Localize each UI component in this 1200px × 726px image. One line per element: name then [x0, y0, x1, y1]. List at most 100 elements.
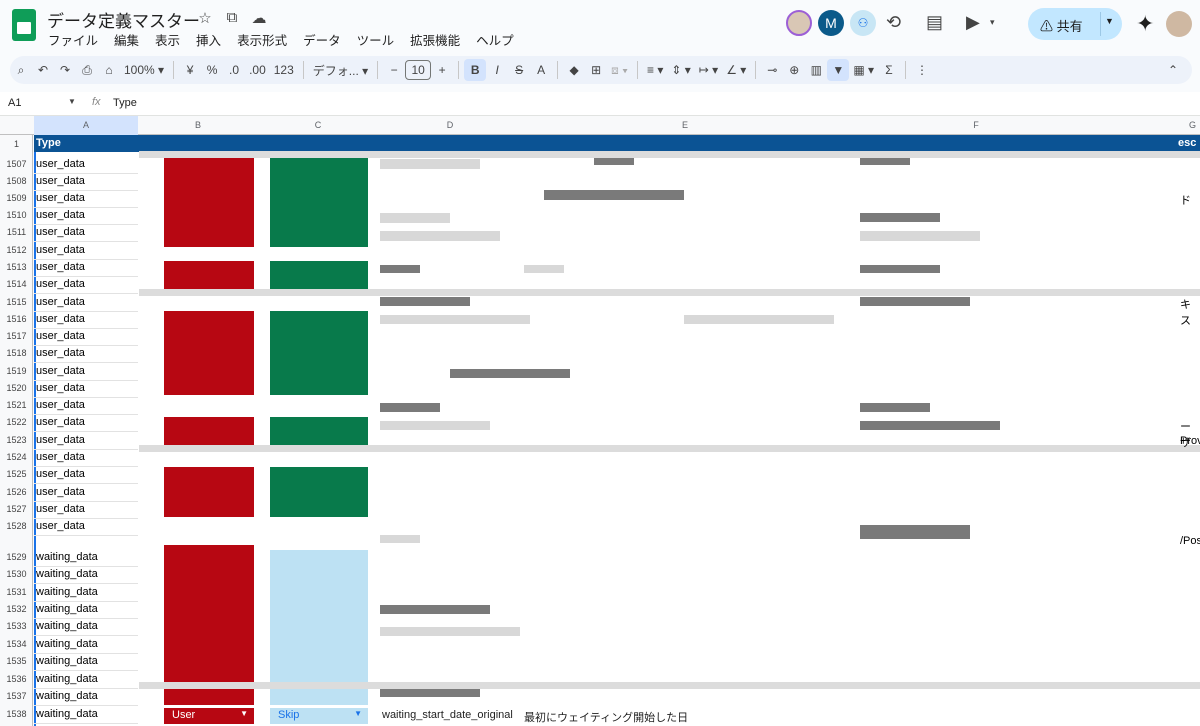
- insert-chart-icon[interactable]: ▥: [805, 63, 827, 77]
- functions-button[interactable]: Σ: [878, 63, 900, 77]
- formula-input[interactable]: Type: [113, 97, 137, 109]
- strikethrough-button[interactable]: S: [508, 63, 530, 77]
- row-header[interactable]: 1523: [0, 435, 33, 445]
- paint-format-icon[interactable]: ⌂: [98, 63, 120, 77]
- row-header[interactable]: 1530: [0, 569, 33, 579]
- cell-type[interactable]: waiting_data: [36, 551, 98, 563]
- cell-type[interactable]: user_data: [36, 209, 85, 221]
- comment-icon[interactable]: ▤: [926, 12, 943, 33]
- cell-type[interactable]: user_data: [36, 226, 85, 238]
- user-avatar-m[interactable]: M: [818, 10, 844, 36]
- merge-cells-icon[interactable]: ⧈ ▾: [607, 63, 632, 78]
- column-header-d[interactable]: D: [378, 120, 522, 130]
- row-header[interactable]: 1529: [0, 552, 33, 562]
- row-header[interactable]: 1537: [0, 691, 33, 701]
- row-header[interactable]: 1518: [0, 348, 33, 358]
- header-cell-g[interactable]: esc: [1178, 137, 1196, 149]
- vertical-align-icon[interactable]: ⇕ ▾: [667, 63, 694, 77]
- row-header[interactable]: 1509: [0, 193, 33, 203]
- row-header[interactable]: 1521: [0, 400, 33, 410]
- column-header-f[interactable]: F: [848, 120, 1104, 130]
- cell-type[interactable]: user_data: [36, 503, 85, 515]
- cell-type[interactable]: waiting_data: [36, 708, 98, 720]
- cell-type[interactable]: user_data: [36, 451, 85, 463]
- menu-help[interactable]: ヘルプ: [468, 30, 522, 49]
- font-size-decrease-button[interactable]: −: [383, 63, 405, 77]
- cell-type[interactable]: user_data: [36, 434, 85, 446]
- cell-block-red[interactable]: [164, 157, 254, 247]
- cell-type[interactable]: user_data: [36, 175, 85, 187]
- menu-file[interactable]: ファイル: [40, 30, 106, 49]
- collaborator-avatar[interactable]: [786, 10, 812, 36]
- row-header[interactable]: 1508: [0, 176, 33, 186]
- column-header-e[interactable]: E: [522, 120, 848, 130]
- meet-caret-icon[interactable]: ▾: [990, 17, 995, 28]
- row-header[interactable]: 1527: [0, 504, 33, 514]
- cell-type[interactable]: user_data: [36, 399, 85, 411]
- row-header[interactable]: 1515: [0, 297, 33, 307]
- cell-block-green[interactable]: [270, 157, 368, 247]
- print-icon[interactable]: ⎙: [76, 63, 98, 78]
- zoom-select[interactable]: 100% ▾: [120, 63, 168, 77]
- redo-icon[interactable]: ↷: [54, 63, 76, 77]
- row-header[interactable]: 1510: [0, 210, 33, 220]
- cell-type[interactable]: user_data: [36, 244, 85, 256]
- partial-cell-g[interactable]: Prov: [1180, 435, 1200, 447]
- row-header[interactable]: 1532: [0, 604, 33, 614]
- meet-icon[interactable]: ▶: [966, 12, 980, 33]
- row-header[interactable]: 1535: [0, 656, 33, 666]
- column-header-b[interactable]: B: [138, 120, 258, 130]
- filter-icon[interactable]: ▼: [827, 59, 850, 81]
- insert-link-icon[interactable]: ⊸: [761, 63, 783, 77]
- header-cell-type[interactable]: Type: [36, 137, 61, 149]
- filter-views-icon[interactable]: ▦ ▾: [849, 63, 878, 77]
- menu-data[interactable]: データ: [295, 30, 349, 49]
- star-icon[interactable]: ☆: [196, 9, 214, 27]
- cell-type[interactable]: user_data: [36, 278, 85, 290]
- user-dropdown-chip[interactable]: User ▼: [164, 708, 254, 724]
- cell-type[interactable]: waiting_data: [36, 586, 98, 598]
- fill-color-icon[interactable]: ◆: [563, 63, 585, 77]
- cell-type[interactable]: user_data: [36, 468, 85, 480]
- cell-type[interactable]: waiting_data: [36, 655, 98, 667]
- sheets-logo-icon[interactable]: [12, 9, 36, 41]
- cell-type[interactable]: user_data: [36, 261, 85, 273]
- cloud-status-icon[interactable]: ☁: [250, 9, 268, 27]
- share-button[interactable]: ⚠ 共有 ▼: [1028, 8, 1122, 40]
- row-header[interactable]: 1524: [0, 452, 33, 462]
- cell-type[interactable]: user_data: [36, 192, 85, 204]
- cell-type[interactable]: user_data: [36, 520, 85, 532]
- undo-icon[interactable]: ↶: [32, 63, 54, 77]
- gemini-icon[interactable]: ✦: [1136, 11, 1154, 37]
- cell-block-red[interactable]: [164, 467, 254, 517]
- font-select[interactable]: デフォ... ▾: [309, 62, 372, 79]
- cell-type[interactable]: waiting_data: [36, 603, 98, 615]
- row-header[interactable]: 1517: [0, 331, 33, 341]
- row-header[interactable]: 1528: [0, 521, 33, 531]
- cell-block-green[interactable]: [270, 311, 368, 395]
- menu-extensions[interactable]: 拡張機能: [402, 30, 468, 49]
- name-box[interactable]: A1: [8, 97, 21, 109]
- account-avatar[interactable]: [1166, 11, 1192, 37]
- cell-type[interactable]: waiting_data: [36, 690, 98, 702]
- row-header[interactable]: 1536: [0, 674, 33, 684]
- bold-button[interactable]: B: [464, 59, 487, 81]
- cell-type[interactable]: user_data: [36, 313, 85, 325]
- menu-format[interactable]: 表示形式: [229, 30, 295, 49]
- row-header[interactable]: 1512: [0, 245, 33, 255]
- cell-type[interactable]: user_data: [36, 330, 85, 342]
- row-header[interactable]: 1531: [0, 587, 33, 597]
- more-options-icon[interactable]: ⋮: [911, 63, 933, 77]
- cell-block-green[interactable]: [270, 467, 368, 517]
- cell-type[interactable]: user_data: [36, 296, 85, 308]
- collapse-menu-icon[interactable]: ⌃: [1162, 63, 1184, 77]
- row-header[interactable]: 1519: [0, 366, 33, 376]
- percent-format-button[interactable]: %: [201, 63, 223, 77]
- partial-cell-g[interactable]: ド: [1180, 192, 1191, 208]
- row-header[interactable]: 1525: [0, 469, 33, 479]
- document-title[interactable]: データ定義マスター: [47, 7, 200, 32]
- cell-type[interactable]: user_data: [36, 486, 85, 498]
- font-size-input[interactable]: 10: [405, 60, 432, 80]
- skip-dropdown-chip[interactable]: Skip ▼: [270, 708, 368, 724]
- horizontal-align-icon[interactable]: ≡ ▾: [643, 63, 667, 77]
